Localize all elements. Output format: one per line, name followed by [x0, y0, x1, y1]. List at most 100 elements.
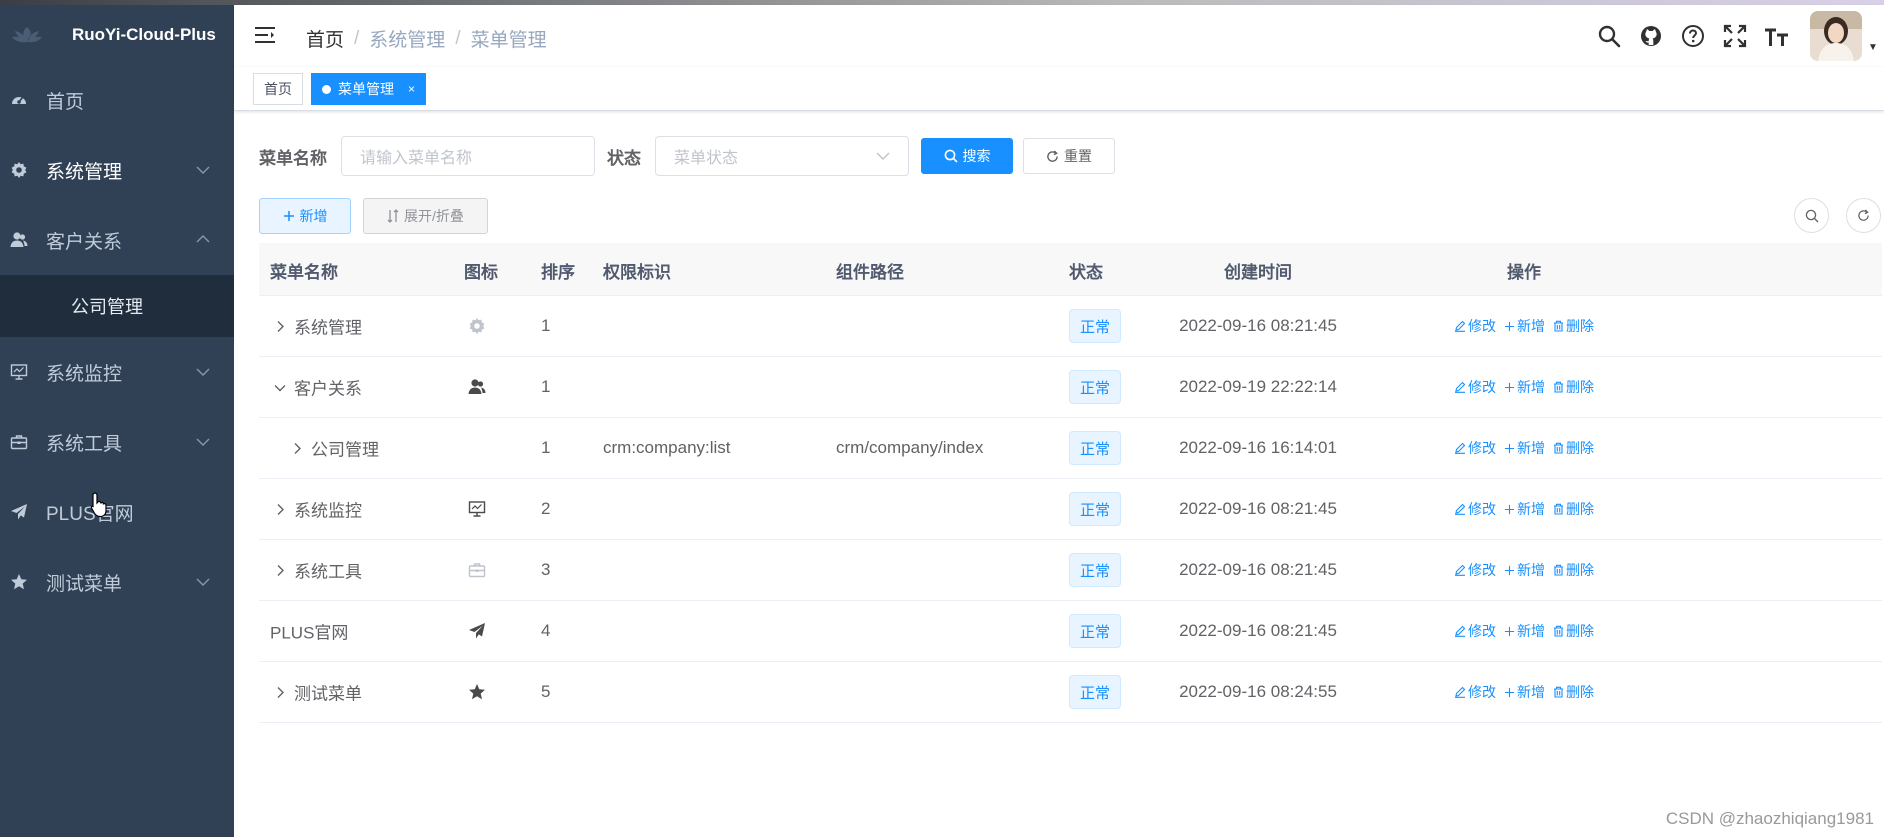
column-header-7: 操作 [1507, 263, 1541, 282]
sidebar-item-5[interactable]: PLUS官网 [0, 477, 234, 547]
peoples-icon [8, 229, 30, 251]
delete-button[interactable]: 删除 [1553, 316, 1594, 336]
edit-label: 修改 [1468, 501, 1496, 517]
sidebar-item-6[interactable]: 测试菜单 [0, 547, 234, 617]
menu-name-input[interactable]: 请输入菜单名称 [341, 136, 595, 176]
sidebar-subitem-0[interactable]: 公司管理 [0, 275, 234, 337]
status-select[interactable]: 菜单状态 [655, 136, 909, 176]
sidebar-subitem-label: 公司管理 [71, 297, 143, 317]
column-header-0: 菜单名称 [270, 263, 338, 282]
question-icon[interactable] [1680, 23, 1706, 49]
sidebar-item-2[interactable]: 客户关系 [0, 205, 234, 275]
font-size-icon[interactable] [1764, 23, 1790, 49]
refresh-table-button[interactable] [1846, 198, 1881, 233]
sidebar-item-3[interactable]: 系统监控 [0, 337, 234, 407]
delete-label: 删除 [1566, 440, 1594, 456]
refresh-icon [1858, 209, 1869, 221]
expand-arrow-icon[interactable] [270, 503, 290, 515]
toggle-search-button[interactable] [1794, 198, 1829, 233]
plus-icon [1504, 565, 1515, 575]
add-child-button[interactable]: 新增 [1504, 499, 1545, 519]
collapse-arrow-icon[interactable] [270, 382, 290, 392]
edit-button[interactable]: 修改 [1454, 316, 1496, 336]
right-menu: ▼ [1580, 5, 1884, 67]
sidebar-item-1[interactable]: 系统管理 [0, 135, 234, 205]
chevron-down-icon [196, 438, 210, 446]
delete-button[interactable]: 删除 [1553, 499, 1594, 519]
breadcrumb-system: 系统管理 [369, 30, 446, 51]
perm-cell: crm:company:list [603, 438, 731, 457]
tag-menu-management[interactable]: 菜单管理 × [311, 73, 427, 105]
sidebar-item-4[interactable]: 系统工具 [0, 407, 234, 477]
delete-button[interactable]: 删除 [1553, 438, 1594, 458]
edit-button[interactable]: 修改 [1454, 499, 1496, 519]
expand-arrow-icon[interactable] [270, 686, 290, 698]
status-badge: 正常 [1069, 309, 1122, 343]
expand-arrow-icon[interactable] [270, 564, 290, 576]
trash-icon [1554, 625, 1563, 637]
sidebar-item-label: 系统监控 [46, 363, 123, 385]
edit-label: 修改 [1468, 440, 1496, 456]
menu-name-text: 系统监控 [294, 501, 362, 521]
toolbox-icon [468, 561, 488, 581]
add-button[interactable]: 新增 [259, 198, 351, 234]
add-child-button[interactable]: 新增 [1504, 438, 1545, 458]
edit-button[interactable]: 修改 [1454, 377, 1496, 397]
sort-cell: 1 [541, 377, 551, 396]
avatar-caret-icon[interactable]: ▼ [1868, 42, 1878, 53]
edit-button[interactable]: 修改 [1454, 560, 1496, 580]
delete-button[interactable]: 删除 [1553, 621, 1594, 641]
user-avatar[interactable] [1810, 11, 1862, 61]
search-icon[interactable] [1596, 23, 1622, 49]
time-cell: 2022-09-16 08:24:55 [1179, 682, 1337, 701]
active-dot-icon [322, 84, 331, 94]
table-row: 公司管理 1 crm:company:list crm/company/index 正常… [259, 418, 1882, 479]
logo-lotus-icon [10, 22, 44, 48]
trash-icon [1554, 320, 1563, 332]
plus-icon [283, 211, 294, 221]
search-button[interactable]: 搜索 [921, 138, 1013, 174]
edit-button[interactable]: 修改 [1454, 438, 1496, 458]
expand-arrow-icon[interactable] [270, 320, 290, 332]
delete-button[interactable]: 删除 [1553, 560, 1594, 580]
tag-home[interactable]: 首页 [253, 73, 303, 105]
breadcrumb-home[interactable]: 首页 [306, 25, 344, 52]
delete-label: 删除 [1566, 501, 1594, 517]
edit-button[interactable]: 修改 [1454, 682, 1496, 702]
trash-icon [1554, 686, 1563, 698]
plus-icon [1504, 504, 1515, 514]
add-child-button[interactable]: 新增 [1504, 377, 1545, 397]
chevron-down-icon [196, 578, 210, 586]
reset-button[interactable]: 重置 [1023, 138, 1115, 174]
time-cell: 2022-09-16 16:14:01 [1179, 438, 1337, 457]
close-icon[interactable]: × [408, 82, 415, 96]
expand-arrow-icon[interactable] [287, 442, 307, 454]
mouse-pointer-icon [90, 492, 107, 518]
expand-collapse-button[interactable]: 展开/折叠 [363, 198, 488, 234]
delete-button[interactable]: 删除 [1553, 682, 1594, 702]
sidebar-item-0[interactable]: 首页 [0, 65, 234, 135]
chevron-up-icon [196, 235, 210, 243]
column-header-3: 权限标识 [603, 263, 671, 282]
add-child-button[interactable]: 新增 [1504, 621, 1545, 641]
add-child-button[interactable]: 新增 [1504, 560, 1545, 580]
table-row: 客户关系 1 正常 2022-09-19 22:22:14 修改 新增 删除 [259, 357, 1882, 418]
fullscreen-icon[interactable] [1722, 23, 1748, 49]
chevron-down-icon [196, 368, 210, 376]
time-cell: 2022-09-16 08:21:45 [1179, 316, 1337, 335]
github-icon[interactable] [1638, 23, 1664, 49]
edit-button[interactable]: 修改 [1454, 621, 1496, 641]
menu-name-cell: 系统工具 [270, 558, 362, 583]
logo[interactable]: RuoYi-Cloud-Plus [0, 5, 234, 65]
column-header-5: 状态 [1069, 263, 1103, 282]
hamburger-icon[interactable] [254, 24, 276, 46]
status-badge: 正常 [1069, 370, 1122, 404]
sort-cell: 1 [541, 438, 551, 457]
edit-label: 修改 [1468, 684, 1496, 700]
menu-name-cell: 测试菜单 [270, 680, 362, 705]
add-child-button[interactable]: 新增 [1504, 316, 1545, 336]
menu-name-text: 公司管理 [311, 440, 379, 460]
delete-button[interactable]: 删除 [1553, 377, 1594, 397]
add-child-button[interactable]: 新增 [1504, 682, 1545, 702]
add-label: 新增 [1517, 318, 1545, 334]
